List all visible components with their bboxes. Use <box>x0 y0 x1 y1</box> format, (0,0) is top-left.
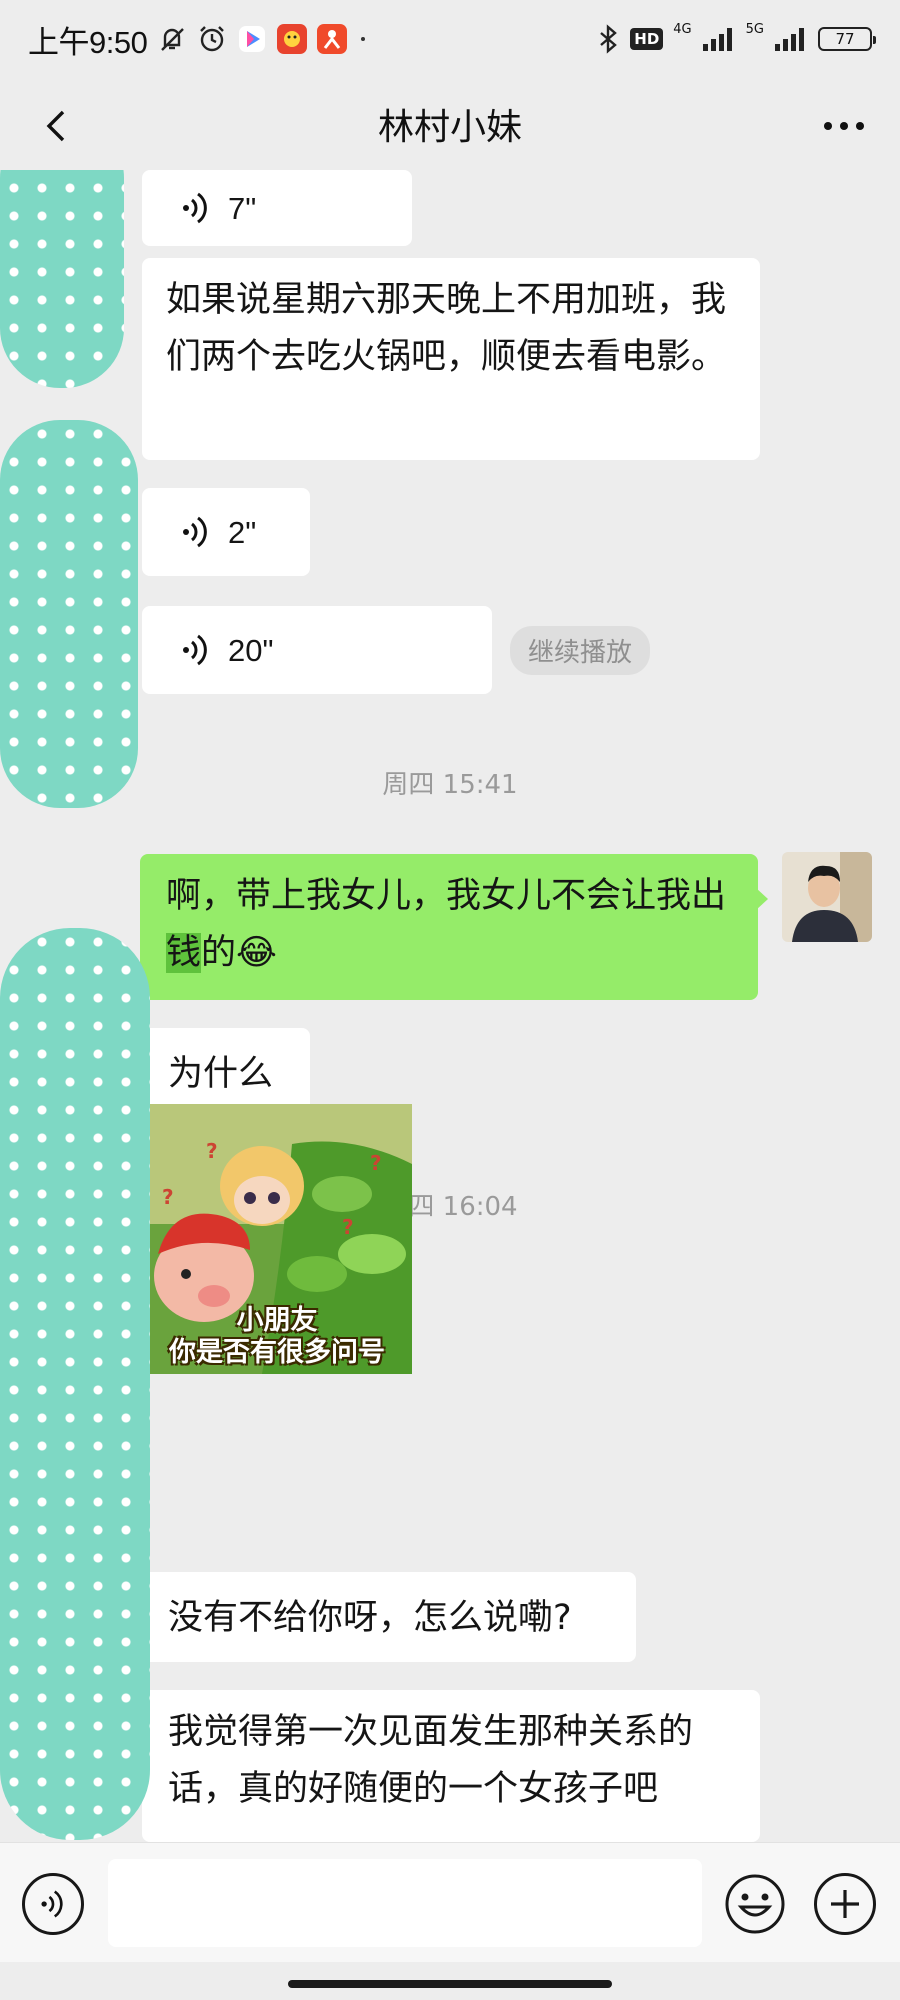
message-text: 为什么 <box>168 1054 274 1094</box>
bluetooth-icon <box>596 24 620 54</box>
delivery-app-icon <box>317 24 348 54</box>
emoji-icon <box>725 1874 785 1934</box>
input-bar <box>0 1842 900 1962</box>
back-button[interactable] <box>26 96 86 156</box>
laughing-crying-emoji: 😂 <box>236 933 277 973</box>
emoji-button[interactable] <box>724 1873 786 1935</box>
chat-title: 林村小妹 <box>377 107 522 148</box>
home-indicator[interactable] <box>288 1980 612 1988</box>
svg-text:?: ? <box>370 1151 382 1175</box>
network-4g-label: 4G <box>673 21 692 37</box>
back-arrow-icon <box>46 110 65 142</box>
chat-header: 林村小妹 <box>0 78 900 170</box>
voice-wave-icon <box>183 192 207 224</box>
my-avatar[interactable] <box>782 852 872 942</box>
status-bar: 上午9:50 HD 4G 5G 77 <box>0 0 900 78</box>
continue-playing-button[interactable]: 继续播放 <box>510 626 651 675</box>
voice-message[interactable]: 7" <box>142 170 412 246</box>
mute-bell-icon <box>157 24 187 54</box>
timestamp: 周四 15:41 <box>382 770 518 800</box>
voice-duration: 20" <box>228 632 274 668</box>
voice-wave-icon <box>183 516 207 548</box>
voice-input-icon <box>41 1890 63 1918</box>
message-text: 啊，带上我女儿，我女儿不会让我出 <box>166 876 727 916</box>
sticker-message[interactable]: ? ? ? ? 小朋友 你是否有很多问号 <box>142 1104 412 1374</box>
voice-message[interactable]: 20" <box>142 606 492 694</box>
message-input[interactable] <box>108 1859 702 1947</box>
my-text-message[interactable]: 啊，带上我女儿，我女儿不会让我出钱的😂 <box>140 854 758 1000</box>
voice-duration: 2" <box>228 514 257 550</box>
message-text: 没有不给你呀，怎么说嘞? <box>168 1598 572 1638</box>
alarm-icon <box>197 24 227 54</box>
message-text-end: 的 <box>201 933 237 973</box>
sticker-caption-line1: 小朋友 <box>236 1305 318 1336</box>
text-message[interactable]: 没有不给你呀，怎么说嘞? <box>142 1572 636 1662</box>
privacy-mask <box>0 928 150 1840</box>
svg-text:?: ? <box>162 1185 174 1209</box>
bubble-tail-icon <box>756 888 768 910</box>
video-app-icon <box>237 24 267 54</box>
highlighted-text: 钱 <box>166 933 202 973</box>
text-message[interactable]: 如果说星期六那天晚上不用加班，我们两个去吃火锅吧，顺便去看电影。 <box>142 258 760 460</box>
svg-text:?: ? <box>206 1139 218 1163</box>
voice-duration: 7" <box>228 190 257 226</box>
message-text: 如果说星期六那天晚上不用加班，我们两个去吃火锅吧，顺便去看电影。 <box>166 280 727 377</box>
more-dots-icon <box>824 122 864 130</box>
message-text: 我觉得第一次见面发生那种关系的话，真的好随便的一个女孩子吧 <box>168 1712 694 1809</box>
svg-text:?: ? <box>342 1215 354 1239</box>
network-5g-label: 5G <box>745 21 764 37</box>
avatar-photo <box>782 852 872 942</box>
sticker-caption-line2: 你是否有很多问号 <box>169 1337 385 1368</box>
privacy-mask <box>0 420 138 808</box>
more-options-button[interactable] <box>814 96 874 156</box>
voice-message[interactable]: 2" <box>142 488 310 576</box>
privacy-mask <box>0 170 124 388</box>
more-notifications-dot-icon <box>357 33 369 45</box>
signal-icon-2 <box>774 26 808 52</box>
signal-icon <box>702 26 736 52</box>
voice-input-button[interactable] <box>22 1873 84 1935</box>
plus-icon <box>831 1890 859 1918</box>
hd-badge: HD <box>630 28 664 50</box>
voice-wave-icon <box>183 634 207 666</box>
battery-indicator: 77 <box>818 27 876 51</box>
more-actions-button[interactable] <box>814 1873 876 1935</box>
shopping-app-icon <box>277 24 308 54</box>
status-time: 上午9:50 <box>28 24 148 60</box>
text-message[interactable]: 我觉得第一次见面发生那种关系的话，真的好随便的一个女孩子吧 <box>142 1690 760 1842</box>
message-list[interactable]: 7" 如果说星期六那天晚上不用加班，我们两个去吃火锅吧，顺便去看电影。 2" 2… <box>0 170 900 1842</box>
